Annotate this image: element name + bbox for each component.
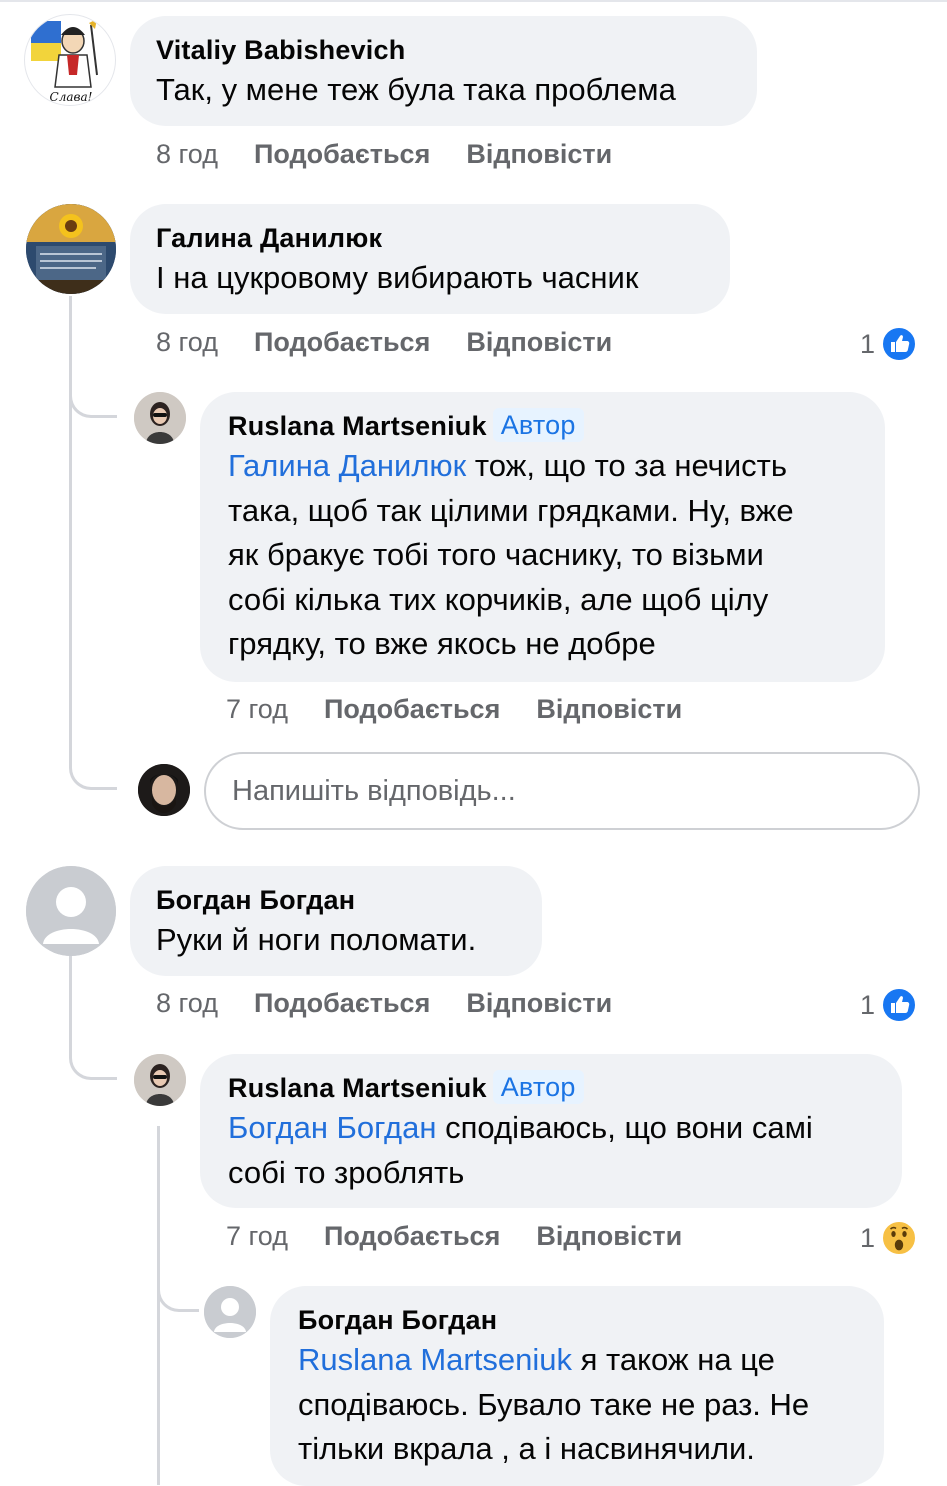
comment-bubble[interactable]: Галина Данилюк І на цукровому вибирають …	[130, 204, 730, 314]
avatar-caption: Слава!	[50, 90, 93, 104]
sunflower-avatar-icon	[26, 204, 116, 294]
reply-text: Богдан Богдан сподіваюсь, що вони самі с…	[228, 1106, 874, 1195]
reply-input[interactable]: Напишіть відповідь...	[204, 752, 920, 830]
like-button[interactable]: Подобається	[254, 324, 430, 360]
comment-time[interactable]: 8 год	[156, 324, 218, 360]
reply-button[interactable]: Відповісти	[536, 691, 682, 727]
thread-connector	[69, 730, 117, 790]
reply-text-line: така, щоб так цілими грядками. Ну, вже	[228, 492, 794, 528]
like-button[interactable]: Подобається	[254, 985, 430, 1021]
mention-link[interactable]: Галина Данилюк	[228, 448, 466, 483]
like-button[interactable]: Подобається	[254, 136, 430, 172]
reply-text-line: сподіваюсь. Бувало таке не раз. Не	[298, 1386, 810, 1422]
reply-author[interactable]: Ruslana Martseniuk Автор	[228, 1070, 874, 1106]
wow-icon	[881, 1219, 918, 1256]
comment-actions: 8 год Подобається Відповісти	[156, 136, 612, 172]
current-user-avatar	[138, 764, 190, 816]
like-icon	[881, 325, 918, 362]
woman-photo-avatar-icon	[134, 1054, 186, 1106]
cossack-slava-icon: Слава!	[31, 19, 98, 104]
reply-author-name[interactable]: Ruslana Martseniuk	[228, 411, 487, 441]
reaction-summary[interactable]: 1	[860, 985, 918, 1023]
top-divider	[0, 0, 947, 2]
reply-button[interactable]: Відповісти	[466, 136, 612, 172]
man-photo-avatar-icon	[138, 764, 190, 816]
reply-time[interactable]: 7 год	[226, 691, 288, 727]
reply-text-segment: я також на це	[571, 1342, 775, 1377]
default-user-icon	[204, 1286, 256, 1338]
comment-bubble[interactable]: Богдан Богдан Руки й ноги поломати.	[130, 866, 542, 976]
comment-author[interactable]: Vitaliy Babishevich	[156, 32, 731, 68]
avatar-ruslana[interactable]	[134, 1054, 186, 1106]
author-badge: Автор	[492, 1070, 584, 1104]
reaction-count: 1	[860, 328, 876, 359]
thread-connector	[69, 360, 117, 418]
thread-connector	[69, 1020, 117, 1080]
reply-text: Галина Данилюк тож, що то за нечисть так…	[228, 444, 857, 667]
reply-text-line: тільки вкрала , а і насвинячили.	[298, 1431, 755, 1466]
reply-text-line: Галина Данилюк тож, що то за нечисть	[228, 444, 857, 489]
comment-text: Так, у мене теж була така проблема	[156, 72, 676, 107]
comment-text: І на цукровому вибирають часник	[156, 260, 639, 295]
reply-actions: 7 год Подобається Відповісти	[226, 1218, 682, 1254]
like-icon	[881, 986, 918, 1023]
author-badge: Автор	[492, 408, 584, 442]
reaction-count: 1	[860, 1222, 876, 1253]
avatar-vitaliy[interactable]: Слава!	[24, 14, 116, 106]
like-button[interactable]: Подобається	[324, 1218, 500, 1254]
reply-text-segment: тож, що то за нечисть	[466, 448, 787, 483]
reply-text-line: Ruslana Martseniuk я також на це	[298, 1338, 856, 1383]
comment-bubble[interactable]: Vitaliy Babishevich Так, у мене теж була…	[130, 16, 757, 126]
mention-link[interactable]: Богдан Богдан	[228, 1110, 437, 1145]
reply-text-line: грядку, то вже якось не добре	[228, 626, 656, 661]
comment-actions: 8 год Подобається Відповісти	[156, 324, 612, 360]
avatar-halyna[interactable]	[26, 204, 116, 294]
thread-line	[157, 1126, 160, 1485]
reply-bubble[interactable]: Ruslana Martseniuk Автор Галина Данилюк т…	[200, 392, 885, 682]
comment-author[interactable]: Богдан Богдан	[156, 882, 516, 918]
reply-author[interactable]: Ruslana Martseniuk Автор	[228, 408, 857, 444]
reaction-summary[interactable]: 1	[860, 324, 918, 362]
reply-text-line: Богдан Богдан сподіваюсь, що вони самі	[228, 1106, 874, 1151]
comment-actions: 8 год Подобається Відповісти	[156, 985, 612, 1021]
reply-author-name[interactable]: Ruslana Martseniuk	[228, 1073, 487, 1103]
reply-bubble[interactable]: Богдан Богдан Ruslana Martseniuk я також…	[270, 1286, 884, 1486]
reply-text-line: собі то зроблять	[228, 1154, 465, 1190]
reply-bubble[interactable]: Ruslana Martseniuk Автор Богдан Богдан сп…	[200, 1054, 902, 1208]
reply-author[interactable]: Богдан Богдан	[298, 1302, 856, 1338]
reply-text-line: як бракує тобі того часнику, то візьми	[228, 537, 764, 572]
comment-time[interactable]: 8 год	[156, 136, 218, 172]
avatar-bohdan[interactable]	[204, 1286, 256, 1338]
reply-text-line: собі кілька тих корчиків, але щоб цілу	[228, 581, 769, 617]
avatar-bohdan[interactable]	[26, 866, 116, 956]
reaction-summary[interactable]: 1	[860, 1218, 918, 1256]
reply-button[interactable]: Відповісти	[536, 1218, 682, 1254]
reply-text-segment: сподіваюсь, що вони самі	[436, 1110, 813, 1145]
comment-text: Руки й ноги поломати.	[156, 922, 477, 957]
reaction-count: 1	[860, 989, 876, 1020]
avatar-ruslana[interactable]	[134, 392, 186, 444]
comment-time[interactable]: 8 год	[156, 985, 218, 1021]
reply-button[interactable]: Відповісти	[466, 324, 612, 360]
reply-button[interactable]: Відповісти	[466, 985, 612, 1021]
mention-link[interactable]: Ruslana Martseniuk	[298, 1342, 572, 1377]
reply-actions: 7 год Подобається Відповісти	[226, 691, 682, 727]
reply-text: Ruslana Martseniuk я також на це сподіва…	[298, 1338, 856, 1472]
reply-time[interactable]: 7 год	[226, 1218, 288, 1254]
default-user-icon	[26, 866, 116, 956]
woman-photo-avatar-icon	[134, 392, 186, 444]
comment-author[interactable]: Галина Данилюк	[156, 220, 704, 256]
thread-connector	[157, 1256, 199, 1312]
like-button[interactable]: Подобається	[324, 691, 500, 727]
